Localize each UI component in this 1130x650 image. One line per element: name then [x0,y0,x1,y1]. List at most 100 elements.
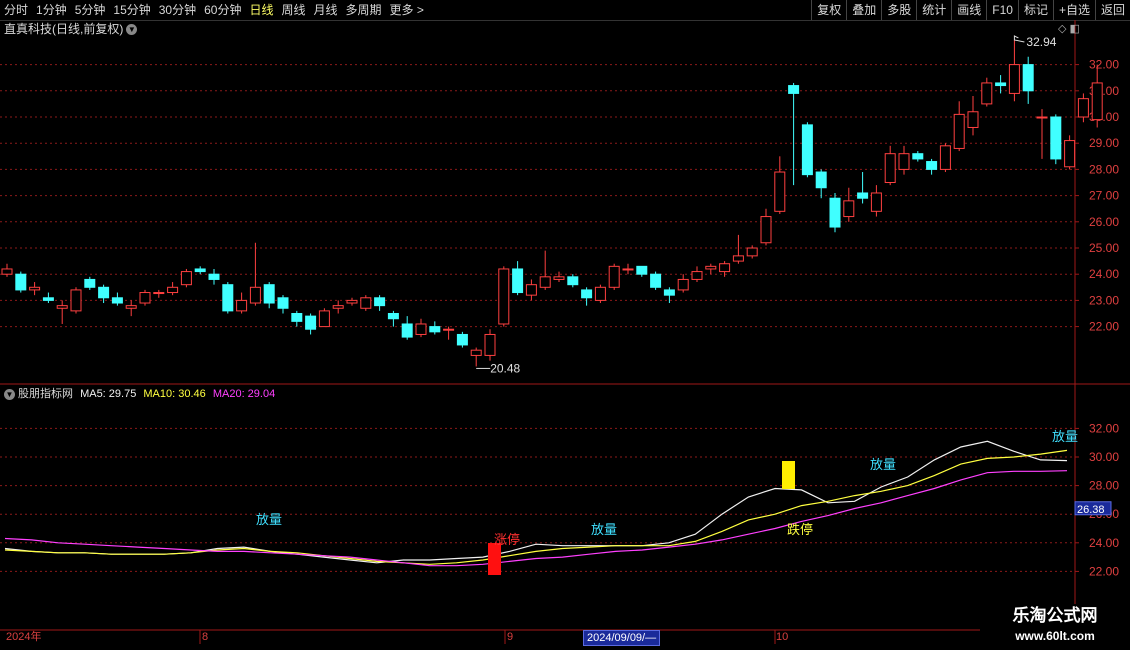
annotation-label: 放量 [256,513,282,528]
candle-body [926,161,938,170]
candle-body [291,313,303,322]
candle-body [1077,98,1089,118]
candle-body [829,197,841,228]
candle-body [42,297,54,301]
candle-body [788,85,800,94]
maximize-icon[interactable]: ◧ [1070,23,1080,35]
chevron-down-icon[interactable]: ▼ [4,388,15,400]
price-tick-label: 29.00 [1089,136,1119,150]
candle-body [1091,82,1103,121]
date-label-sep: 9 [507,631,514,643]
watermark-title: 乐淘公式网 [1012,606,1098,626]
candle-body [981,82,993,105]
candle-body [843,200,855,218]
candle-body [153,292,165,295]
candle-body [194,268,206,273]
watermark-url: www.60lt.com [1015,629,1095,643]
candle-body [263,284,275,304]
candle-body [746,247,758,257]
candle-body [222,284,234,312]
candle-body [180,271,192,286]
candle-body [1050,116,1062,160]
ma-line-ma5 [4,440,1068,564]
candle-body [236,299,248,312]
candle-body [443,328,455,331]
price-tick-label: 25.00 [1089,241,1119,255]
candle-body [677,278,689,291]
candle-body [318,310,330,328]
candle-body [415,323,427,335]
indicator-tick-label: 32.00 [1089,421,1119,435]
indicator-name: 股朋指标网 [18,388,73,400]
price-tick-label: 23.00 [1089,293,1119,307]
candle-body [1064,140,1076,168]
current-value-label: 26.38 [1077,504,1105,516]
candle-body [429,326,441,333]
candle-body [1036,116,1048,119]
diamond-icon[interactable]: ◇ [1058,23,1066,35]
candle-body [553,276,565,280]
candle-body [484,333,496,356]
annotation-label: 放量 [591,523,617,538]
candle-body [470,349,482,356]
candle-body [56,305,68,309]
candle-body [456,333,468,346]
candle-body [111,297,123,304]
date-label-aug: 8 [202,631,209,643]
candle-body [360,297,372,309]
candle-body [801,124,813,176]
candle-body [594,286,606,301]
candle-body [512,268,524,294]
candle-body [249,286,261,304]
candle-body [953,113,965,149]
indicator-tick-label: 30.00 [1089,450,1119,464]
candle-body [139,292,151,304]
chevron-down-icon[interactable]: ▼ [126,24,138,36]
stock-title-text: 直真科技(日线,前复权) [4,22,124,36]
date-label-year: 2024年 [6,631,42,643]
candle-body [815,171,827,189]
ma5-label: MA5: 29.75 [80,388,137,400]
limit-down-bar [782,461,795,489]
candle-body [581,289,593,299]
date-label-oct: 10 [776,631,789,643]
price-tick-label: 28.00 [1089,162,1119,176]
candle-body [70,289,82,312]
price-tick-label: 26.00 [1089,215,1119,229]
ma20-label: MA20: 29.04 [212,388,276,400]
annotation-label: 放量 [1052,430,1078,445]
candle-body [857,192,869,199]
candle-body [125,305,137,309]
candle-body [1022,64,1034,92]
candle-body [719,263,731,273]
indicator-title: ▼ 股朋指标网 MA5: 29.75 MA10: 30.46 MA20: 29.0… [4,387,275,401]
candle-body [774,171,786,212]
candle-body [208,273,220,280]
stock-title: 直真科技(日线,前复权) ▼ [4,21,138,37]
low-price-label: 20.48 [490,361,520,375]
candle-body [912,153,924,160]
price-chart[interactable]: 32.0031.0030.0029.0028.0027.0026.0025.00… [0,0,1130,650]
candle-body [1008,64,1020,94]
candle-body [650,273,662,288]
window-icons: ◇ ◧ [1058,22,1080,35]
date-axis: 2024年 8 9 10 2024/09/09/— [0,630,1075,646]
candle-body [374,297,386,307]
candle-body [567,276,579,286]
indicator-tick-label: 28.00 [1089,479,1119,493]
annotation-label: 涨停 [494,532,520,548]
candle-body [98,286,110,299]
candle-body [277,297,289,309]
high-marker-arrow [1013,35,1025,43]
candle-body [29,286,41,291]
candle-body [15,273,27,291]
candle-body [387,313,399,320]
candle-body [732,255,744,262]
candle-body [636,265,648,275]
high-price-label: 32.94 [1026,35,1056,49]
candle-body [705,265,717,270]
candle-body [498,268,510,325]
indicator-tick-label: 24.00 [1089,536,1119,550]
candle-body [622,268,634,271]
price-tick-label: 24.00 [1089,267,1119,281]
